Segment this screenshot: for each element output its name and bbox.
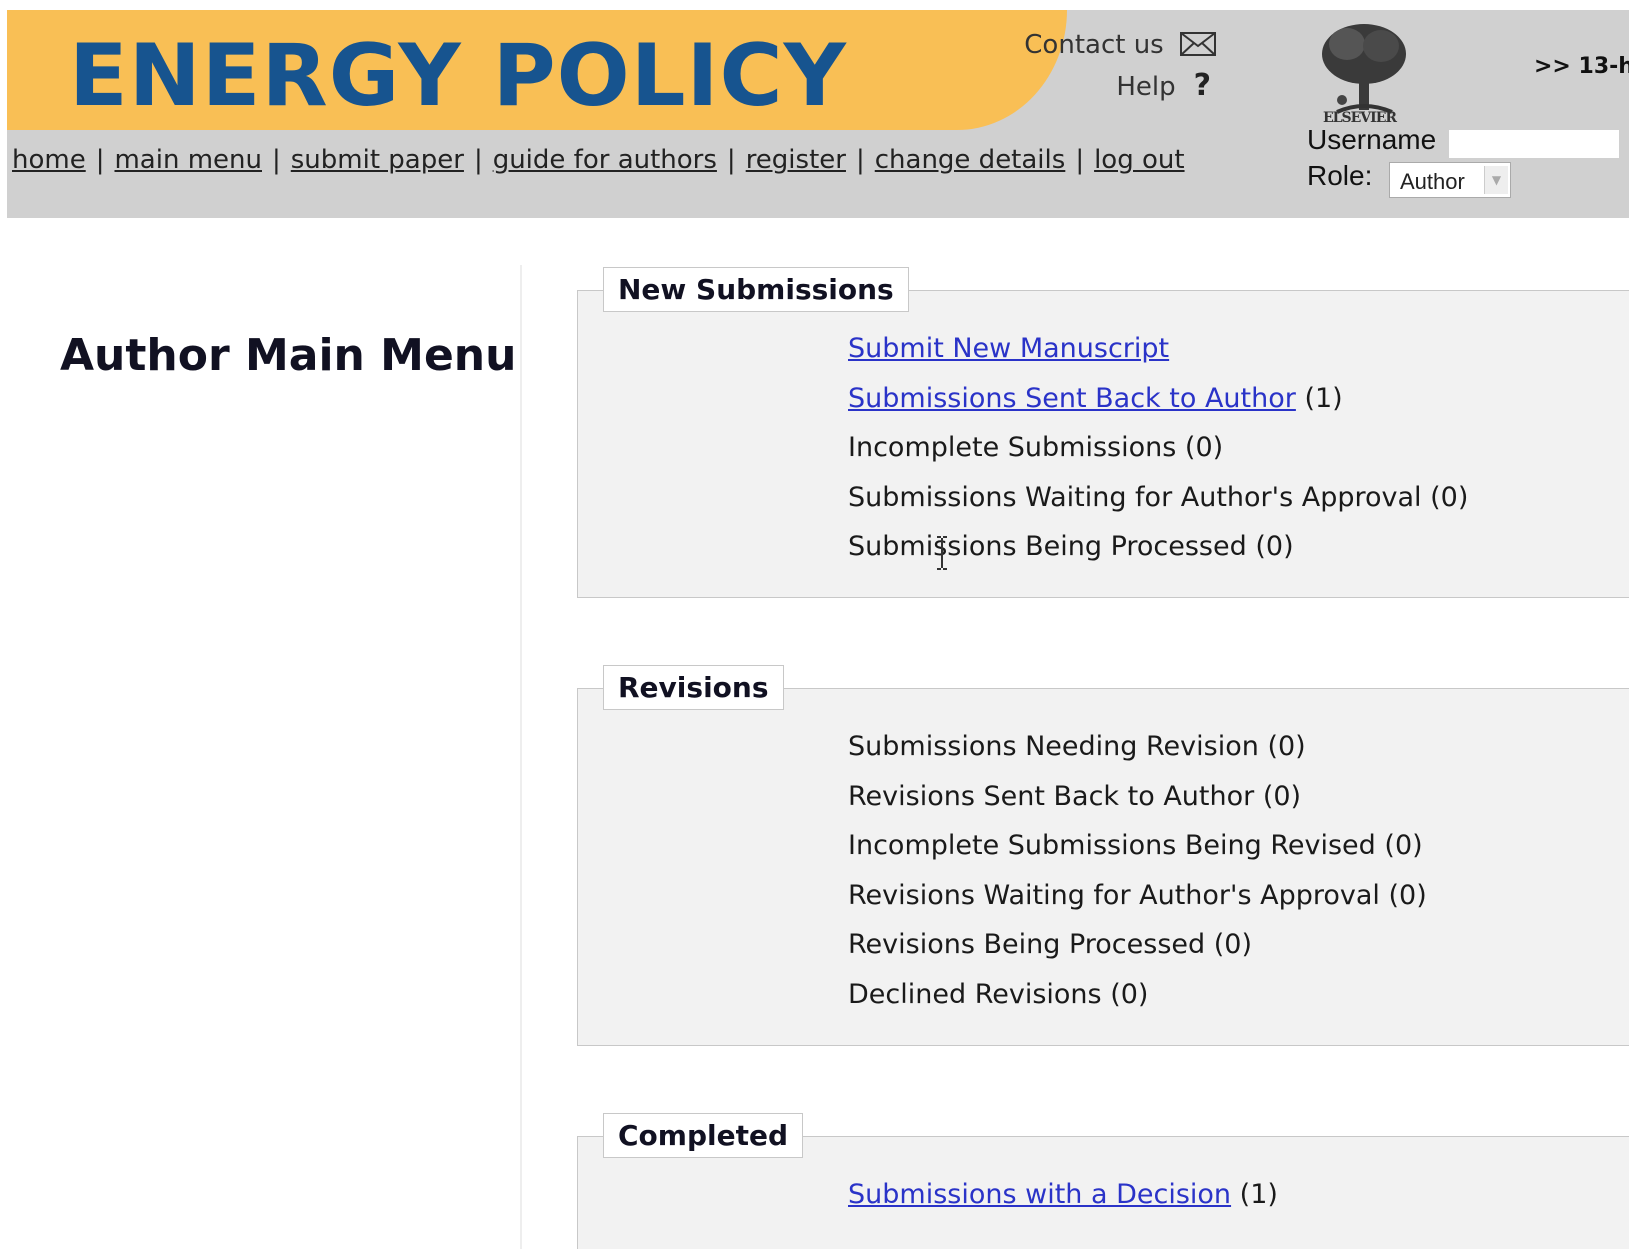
contact-us-label: Contact us xyxy=(1024,30,1164,60)
item-count: (0) xyxy=(1384,830,1423,861)
list-item: Revisions Being Processed (0) xyxy=(848,927,1427,977)
date-text: >> 13-h xyxy=(1534,54,1629,79)
nav-log-out[interactable]: log out xyxy=(1094,145,1184,175)
list-item: Incomplete Submissions Being Revised (0) xyxy=(848,828,1427,878)
list-item: Incomplete Submissions (0) xyxy=(848,430,1468,480)
help-link[interactable]: Help? xyxy=(1116,68,1211,103)
text-cursor-icon xyxy=(937,536,947,570)
submit-new-manuscript-link[interactable]: Submit New Manuscript xyxy=(848,333,1169,364)
section-completed: Completed Submissions with a Decision (1… xyxy=(577,1113,1629,1249)
item-count: (0) xyxy=(1388,879,1427,911)
username-field[interactable] xyxy=(1449,130,1619,158)
list-item: Declined Revisions (0) xyxy=(848,977,1427,1027)
list-item: Submissions Needing Revision (0) xyxy=(848,729,1427,779)
item-count: (1) xyxy=(1304,382,1343,414)
list-item: Submissions Waiting for Author's Approva… xyxy=(848,480,1468,530)
item-label: Submissions Needing Revision xyxy=(848,731,1259,762)
list-item: Submit New Manuscript xyxy=(848,331,1468,381)
item-count: (0) xyxy=(1430,481,1469,513)
item-label: Revisions Being Processed xyxy=(848,929,1206,960)
item-label: Incomplete Submissions xyxy=(848,432,1177,463)
section-item-list: Submissions Needing Revision (0) Revisio… xyxy=(848,729,1427,1026)
header-bar: ENERGY POLICY Contact us Help? ELSEVIER … xyxy=(7,10,1629,218)
sidebar-divider xyxy=(520,265,522,1249)
item-label: Submissions Waiting for Author's Approva… xyxy=(848,481,1422,513)
nav-main-menu[interactable]: main menu xyxy=(114,145,262,175)
journal-title: ENERGY POLICY xyxy=(69,26,847,126)
journal-banner: ENERGY POLICY xyxy=(7,10,1067,130)
list-item: Submissions with a Decision (1) xyxy=(848,1177,1278,1227)
nav-separator: | xyxy=(95,145,105,175)
item-label: Declined Revisions xyxy=(848,978,1102,1010)
mail-icon xyxy=(1180,32,1216,56)
role-label: Role: xyxy=(1307,160,1373,191)
nav-separator: | xyxy=(473,145,483,175)
item-count: (0) xyxy=(1262,780,1302,812)
item-count: (0) xyxy=(1213,929,1252,960)
section-title: Completed xyxy=(603,1113,804,1158)
nav-separator: | xyxy=(855,145,865,175)
item-count: (0) xyxy=(1110,978,1149,1010)
help-label: Help xyxy=(1116,72,1176,102)
nav-home[interactable]: home xyxy=(12,145,86,175)
nav-separator: | xyxy=(726,145,736,175)
list-item: Submissions Sent Back to Author (1) xyxy=(848,381,1468,431)
section-new-submissions: New Submissions Submit New Manuscript Su… xyxy=(577,267,1629,598)
nav-separator: | xyxy=(1075,145,1085,175)
nav-register[interactable]: register xyxy=(746,145,846,175)
nav-change-details[interactable]: change details xyxy=(875,145,1066,175)
item-count: (0) xyxy=(1184,432,1224,463)
section-revisions: Revisions Submissions Needing Revision (… xyxy=(577,665,1629,1046)
submissions-with-decision-link[interactable]: Submissions with a Decision xyxy=(848,1179,1231,1210)
item-count: (0) xyxy=(1267,731,1306,762)
page-title: Author Main Menu xyxy=(60,330,517,381)
section-item-list: Submissions with a Decision (1) xyxy=(848,1177,1278,1227)
list-item: Revisions Sent Back to Author (0) xyxy=(848,779,1427,829)
item-label: Revisions Sent Back to Author xyxy=(848,780,1255,812)
nav-separator: | xyxy=(272,145,281,175)
help-icon: ? xyxy=(1193,68,1211,103)
section-title: Revisions xyxy=(603,665,784,710)
submissions-sent-back-link[interactable]: Submissions Sent Back to Author xyxy=(848,383,1296,414)
section-title: New Submissions xyxy=(603,267,909,312)
item-label: Revisions Waiting for Author's Approval xyxy=(848,879,1380,911)
nav-submit-paper[interactable]: submit paper xyxy=(291,145,464,175)
top-navigation: home | main menu | submit paper | guide for au… xyxy=(12,145,1185,175)
chevron-down-icon[interactable]: ▼ xyxy=(1484,166,1508,194)
item-count: (0) xyxy=(1255,531,1294,562)
nav-guide-for-authors[interactable]: guide for authors xyxy=(493,145,717,175)
role-select-value: Author xyxy=(1400,169,1465,194)
item-label: Incomplete Submissions Being Revised xyxy=(848,830,1376,861)
list-item: Revisions Waiting for Author's Approval … xyxy=(848,878,1427,928)
item-label: Submissions Being Processed xyxy=(848,531,1247,562)
username-label: Username xyxy=(1307,124,1437,155)
item-count: (1) xyxy=(1239,1179,1278,1210)
contact-us-link[interactable]: Contact us xyxy=(1024,30,1216,60)
role-select[interactable]: Author ▼ xyxy=(1389,162,1511,198)
